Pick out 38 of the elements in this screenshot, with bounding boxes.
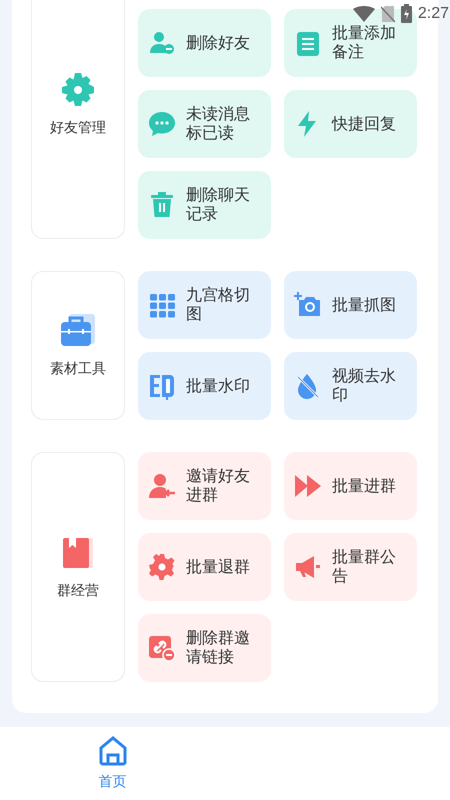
person-arrow-icon bbox=[148, 472, 176, 500]
note-icon bbox=[294, 29, 322, 57]
category-label: 素材工具 bbox=[50, 359, 106, 378]
link-remove-icon bbox=[148, 634, 176, 662]
tool-tile[interactable]: 批量抓图 bbox=[284, 271, 417, 339]
stamp-icon bbox=[148, 372, 176, 400]
trash-icon bbox=[148, 191, 176, 219]
tool-tile[interactable]: 邀请好友进群 bbox=[138, 452, 271, 520]
tool-tile[interactable]: 删除聊天记录 bbox=[138, 171, 271, 239]
category-label: 群经营 bbox=[57, 580, 99, 600]
category-label: 好友管理 bbox=[50, 118, 106, 137]
wifi-icon bbox=[352, 6, 375, 22]
tool-tile[interactable]: 批量水印 bbox=[138, 352, 271, 420]
megaphone-icon bbox=[294, 553, 322, 581]
category-card[interactable]: 好友管理 bbox=[31, 0, 125, 239]
fast-forward-icon bbox=[294, 472, 322, 500]
tool-tile[interactable]: 批量退群 bbox=[138, 533, 271, 601]
tool-tile[interactable]: 快捷回复 bbox=[284, 90, 417, 158]
battery-icon bbox=[400, 4, 412, 23]
tool-tile[interactable]: 批量群公告 bbox=[284, 533, 417, 601]
person-minus-icon bbox=[148, 29, 176, 57]
category-card[interactable]: 素材工具 bbox=[31, 271, 125, 420]
home-icon bbox=[96, 735, 128, 767]
nav-tab[interactable]: 首页 bbox=[0, 727, 225, 800]
gear-icon bbox=[59, 71, 97, 109]
camera-icon bbox=[294, 291, 322, 319]
tool-tile[interactable]: 视频去水印 bbox=[284, 352, 417, 420]
status-time: 2:27 bbox=[418, 6, 449, 22]
tool-tile[interactable]: 九宫格切图 bbox=[138, 271, 271, 339]
category-card[interactable]: 群经营 bbox=[31, 452, 125, 682]
chat-bubble-icon bbox=[148, 110, 176, 138]
cog-icon bbox=[148, 553, 176, 581]
tool-tile[interactable]: 批量进群 bbox=[284, 452, 417, 520]
tool-tile[interactable]: 未读消息标已读 bbox=[138, 90, 271, 158]
tool-tile[interactable]: 批量添加备注 bbox=[284, 9, 417, 77]
tool-tile[interactable]: 删除好友 bbox=[138, 9, 271, 77]
tool-tile[interactable]: 删除群邀请链接 bbox=[138, 614, 271, 682]
grid-icon bbox=[148, 291, 176, 319]
